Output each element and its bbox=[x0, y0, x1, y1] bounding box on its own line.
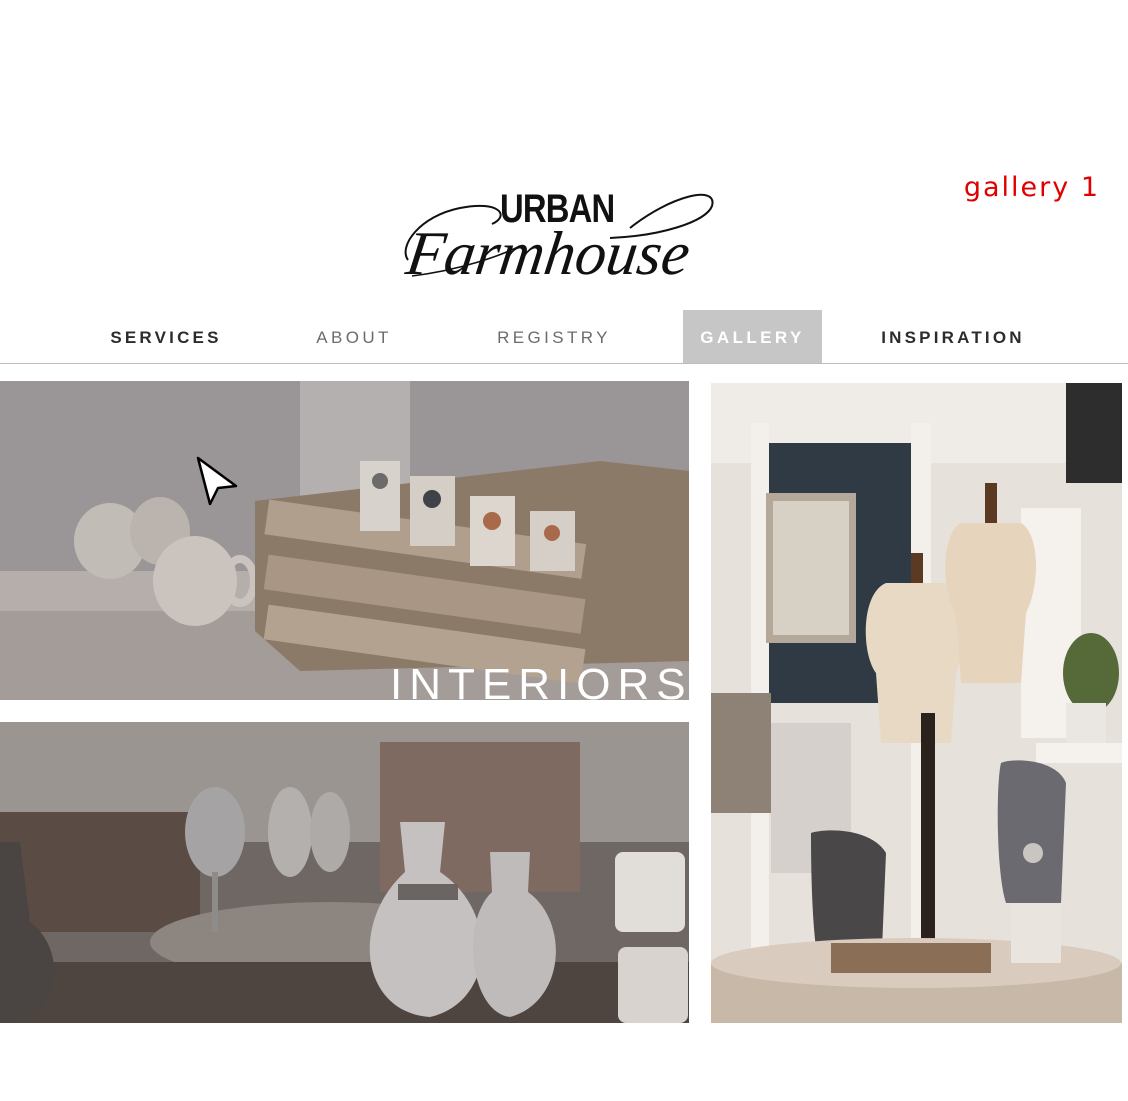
nav-about[interactable]: ABOUT bbox=[282, 310, 426, 363]
nav-registry[interactable]: REGISTRY bbox=[470, 310, 638, 363]
mouse-pointer-icon bbox=[196, 456, 238, 506]
gallery-tile-glassware[interactable] bbox=[0, 722, 689, 1023]
nav-inspiration[interactable]: INSPIRATION bbox=[862, 310, 1044, 363]
main-nav: SERVICES ABOUT REGISTRY GALLERY INSPIRAT… bbox=[0, 310, 1128, 363]
brand-logo[interactable]: URBAN Farmhouse bbox=[400, 176, 740, 284]
tile-caption-interiors: INTERIORS bbox=[390, 660, 693, 709]
page-label: gallery 1 bbox=[963, 172, 1100, 203]
nav-services[interactable]: SERVICES bbox=[88, 310, 244, 363]
logo-script-text: Farmhouse bbox=[401, 219, 694, 284]
photo-jewelry-display bbox=[711, 383, 1122, 1023]
gallery-tile-jewelry[interactable] bbox=[711, 383, 1122, 1023]
photo-glassware bbox=[0, 722, 689, 1023]
photo-mugs-crate bbox=[0, 381, 689, 700]
nav-divider bbox=[0, 363, 1128, 364]
urban-farmhouse-logo: URBAN Farmhouse bbox=[401, 186, 714, 284]
gallery-tile-interiors[interactable] bbox=[0, 381, 689, 700]
nav-gallery[interactable]: GALLERY bbox=[683, 310, 822, 363]
